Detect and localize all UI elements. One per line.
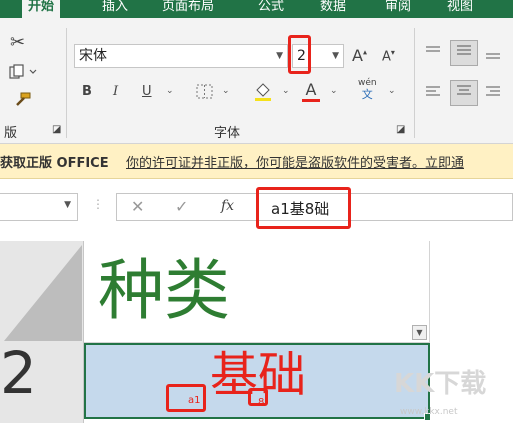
fill-color-icon[interactable] bbox=[252, 80, 274, 106]
chevron-down-icon[interactable]: ⌄ bbox=[330, 86, 338, 96]
font-name-select[interactable]: 宋体 ▼ bbox=[74, 44, 288, 68]
chevron-down-icon[interactable]: ⌄ bbox=[282, 86, 290, 96]
phonetic-guide-button[interactable]: wén 文 bbox=[358, 78, 377, 100]
format-painter-icon[interactable] bbox=[12, 92, 32, 112]
clipboard-group-label: 版 bbox=[4, 126, 18, 141]
subscript-highlight bbox=[166, 384, 206, 412]
align-left-icon[interactable] bbox=[424, 84, 442, 104]
watermark-brand: KK下载 bbox=[394, 369, 487, 399]
name-box[interactable]: ▼ bbox=[0, 193, 78, 221]
tab-review[interactable]: 审阅 bbox=[385, 0, 411, 18]
filter-dropdown-button[interactable]: ▼ bbox=[412, 325, 427, 340]
align-top-icon[interactable] bbox=[424, 44, 442, 62]
formula-bar: ▼ ⋮ ✕ ✓ fx a1基8础 bbox=[0, 179, 513, 242]
cell-header-category[interactable]: 种类 ▼ bbox=[84, 241, 430, 343]
grow-font-button[interactable]: A▴ bbox=[352, 46, 367, 65]
formula-highlight bbox=[256, 187, 351, 229]
align-bottom-icon[interactable] bbox=[484, 48, 502, 66]
category-header-text: 种类 bbox=[98, 252, 230, 329]
tab-data[interactable]: 数据 bbox=[320, 0, 346, 18]
formula-actions: ✕ ✓ fx bbox=[116, 193, 256, 221]
formula-bar-grip: ⋮ bbox=[92, 197, 104, 211]
group-separator bbox=[414, 28, 415, 138]
italic-button[interactable]: I bbox=[113, 84, 118, 99]
clipboard-dialog-launcher-icon[interactable]: ◪ bbox=[52, 124, 61, 135]
copy-icon[interactable] bbox=[8, 64, 38, 84]
borders-icon[interactable] bbox=[196, 84, 214, 104]
tab-home[interactable]: 开始 bbox=[22, 0, 61, 18]
license-warning-bar: 获取正版 OFFICE 你的许可证并非正版，你可能是盗版软件的受害者。立即通 bbox=[0, 144, 513, 179]
chevron-down-icon: ▼ bbox=[276, 51, 283, 61]
row-header-2[interactable]: 2 bbox=[0, 339, 84, 423]
insert-function-icon[interactable]: fx bbox=[221, 198, 234, 214]
align-middle-icon[interactable] bbox=[450, 40, 478, 66]
cut-icon[interactable]: ✂ bbox=[10, 32, 25, 53]
enter-icon[interactable]: ✓ bbox=[175, 197, 188, 216]
bold-button[interactable]: B bbox=[82, 84, 92, 99]
align-center-icon[interactable] bbox=[450, 80, 478, 106]
watermark-url: www.kkx.net bbox=[400, 407, 458, 417]
font-dialog-launcher-icon[interactable]: ◪ bbox=[396, 124, 405, 135]
font-name-value: 宋体 bbox=[79, 48, 107, 64]
font-size-highlight bbox=[288, 35, 311, 74]
font-group-label: 字体 bbox=[214, 126, 241, 141]
font-color-button[interactable]: A bbox=[302, 80, 320, 102]
underline-button[interactable]: U bbox=[142, 84, 152, 99]
shrink-font-button[interactable]: A▾ bbox=[382, 48, 395, 64]
row-number: 2 bbox=[0, 339, 37, 407]
warning-text-link[interactable]: 你的许可证并非正版，你可能是盗版软件的受害者。立即通 bbox=[126, 152, 464, 171]
sheet-grid: 种类 ▼ 2 基础 a1 8 KK下载 www.kkx.net bbox=[0, 241, 513, 423]
ribbon-tab-bar: 开始 插入 页面布局 公式 数据 审阅 视图 bbox=[0, 0, 513, 18]
tab-formulas[interactable]: 公式 bbox=[258, 0, 284, 18]
cancel-icon[interactable]: ✕ bbox=[131, 197, 144, 216]
tab-page-layout[interactable]: 页面布局 bbox=[162, 0, 214, 18]
cell-selected[interactable]: 基础 a1 8 bbox=[84, 343, 432, 421]
align-right-icon[interactable] bbox=[484, 84, 502, 104]
cell-empty[interactable] bbox=[430, 241, 513, 343]
warning-title: 获取正版 OFFICE bbox=[0, 156, 109, 171]
tab-insert[interactable]: 插入 bbox=[102, 0, 128, 18]
chevron-down-icon: ▼ bbox=[64, 200, 71, 210]
chevron-down-icon[interactable]: ⌄ bbox=[388, 86, 396, 96]
superscript-highlight bbox=[248, 388, 268, 406]
chevron-down-icon[interactable]: ⌄ bbox=[166, 86, 174, 96]
chevron-down-icon: ▼ bbox=[332, 51, 339, 61]
chevron-down-icon[interactable]: ⌄ bbox=[222, 86, 230, 96]
ribbon: ✂ 版 ◪ 宋体 ▼ 2 ▼ A▴ A▾ B I U ⌄ ⌄ ⌄ A ⌄ wén… bbox=[0, 18, 513, 144]
tab-view[interactable]: 视图 bbox=[447, 0, 473, 18]
group-separator bbox=[66, 28, 67, 138]
select-all-corner[interactable] bbox=[0, 241, 84, 343]
